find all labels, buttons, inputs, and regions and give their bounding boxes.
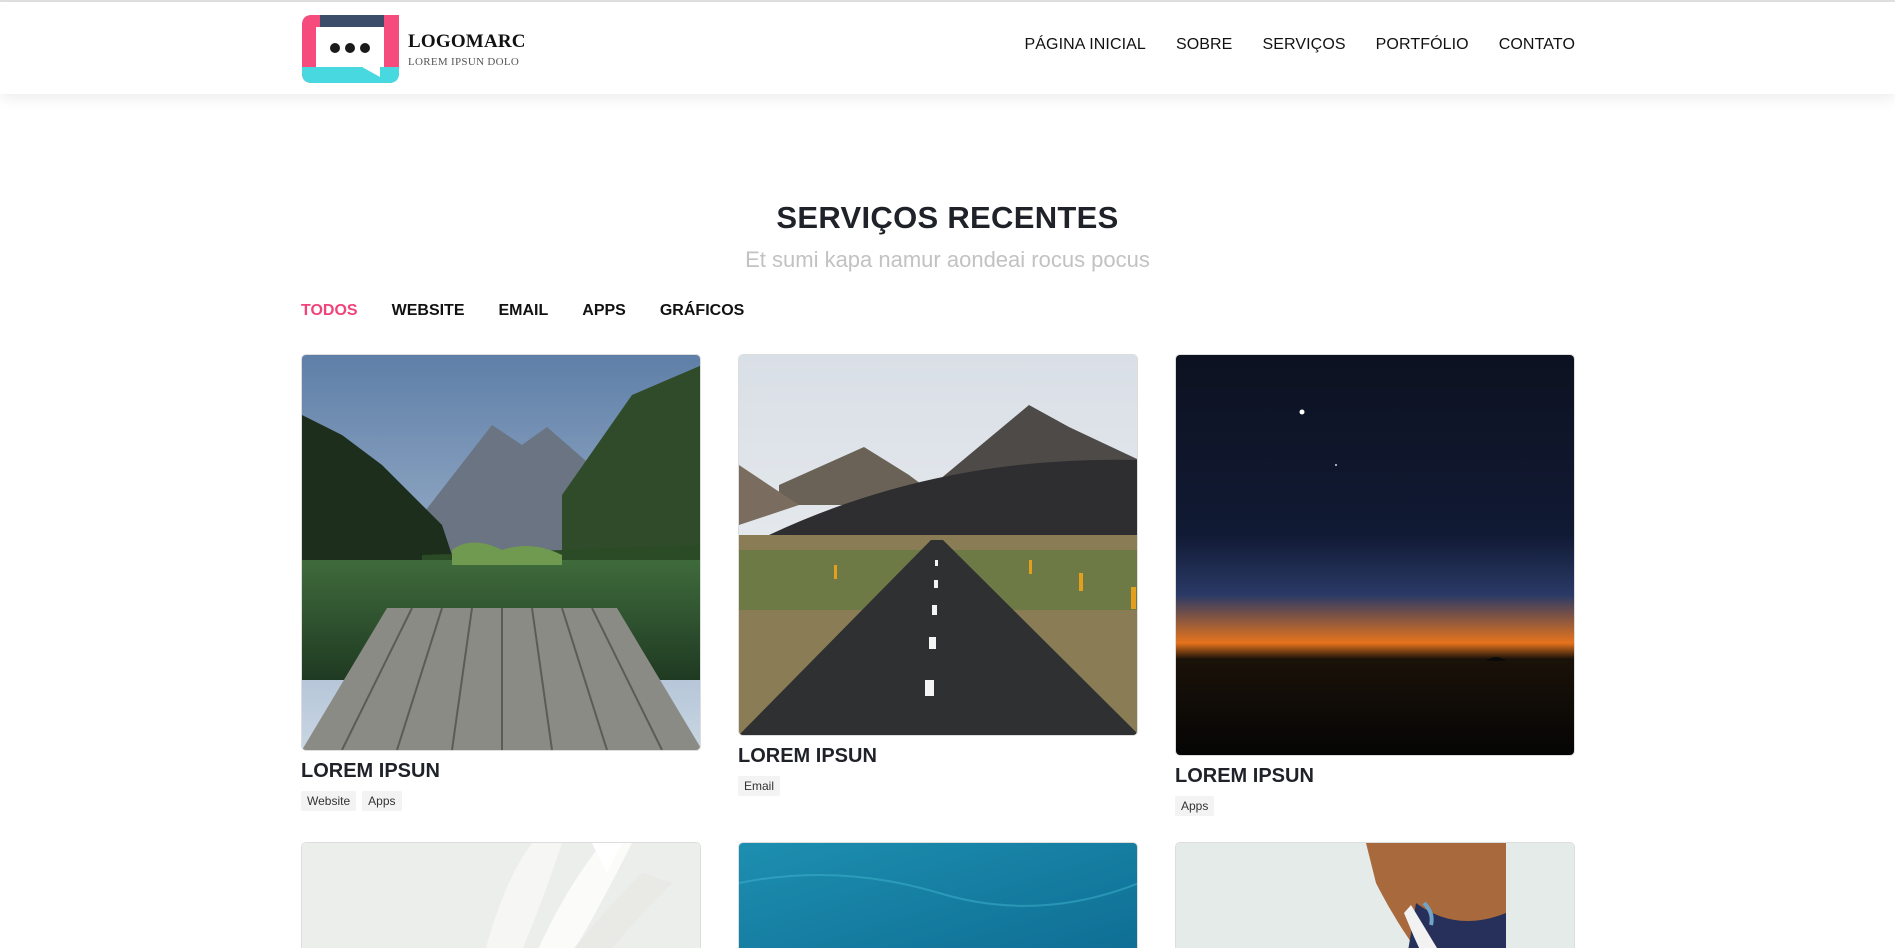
card-image-lake-dock[interactable] <box>301 354 701 751</box>
nav-about[interactable]: SOBRE <box>1176 36 1233 54</box>
portfolio-card[interactable] <box>738 842 1138 948</box>
filter-email[interactable]: EMAIL <box>499 302 549 320</box>
main-nav: PÁGINA INICIAL SOBRE SERVIÇOS PORTFÓLIO … <box>994 36 1575 54</box>
tag[interactable]: Email <box>738 776 781 796</box>
section-subtitle: Et sumi kapa namur aondeai rocus pocus <box>745 247 1150 272</box>
card-title[interactable]: LOREM IPSUN <box>738 745 1138 768</box>
card-image-ocean[interactable] <box>738 842 1138 948</box>
nav-portfolio[interactable]: PORTFÓLIO <box>1376 36 1469 54</box>
portfolio-card[interactable]: LOREM IPSUN Website Apps <box>301 354 701 811</box>
filter-website[interactable]: WEBSITE <box>392 302 465 320</box>
logo-text: LOGOMARC LOREM IPSUN DOLO <box>408 31 526 68</box>
tag[interactable]: Website <box>301 791 357 811</box>
filter-graphics[interactable]: GRÁFICOS <box>660 302 744 320</box>
chat-bubble-logo-icon <box>302 15 399 83</box>
card-image-night-sky[interactable] <box>1175 354 1575 756</box>
card-title[interactable]: LOREM IPSUN <box>1175 765 1575 788</box>
tag[interactable]: Apps <box>362 791 402 811</box>
nav-services[interactable]: SERVIÇOS <box>1262 36 1345 54</box>
site-header: LOGOMARC LOREM IPSUN DOLO PÁGINA INICIAL… <box>0 2 1895 94</box>
logo[interactable]: LOGOMARC LOREM IPSUN DOLO <box>302 15 526 83</box>
portfolio-card[interactable]: LOREM IPSUN Apps <box>1175 354 1575 816</box>
card-image-flower[interactable] <box>301 842 701 948</box>
card-title[interactable]: LOREM IPSUN <box>301 760 701 783</box>
card-image-mountain-road[interactable] <box>738 354 1138 736</box>
card-tags: Email <box>738 776 1138 796</box>
card-tags: Website Apps <box>301 791 701 811</box>
nav-contact[interactable]: CONTATO <box>1499 36 1575 54</box>
logo-name: LOGOMARC <box>408 30 526 52</box>
portfolio-card[interactable] <box>301 842 701 948</box>
portfolio-card[interactable] <box>1175 842 1575 948</box>
nav-home[interactable]: PÁGINA INICIAL <box>1024 36 1145 54</box>
filter-bar: TODOS WEBSITE EMAIL APPS GRÁFICOS <box>301 302 778 320</box>
card-tags: Apps <box>1175 796 1575 816</box>
tag[interactable]: Apps <box>1175 796 1215 816</box>
card-image-person[interactable] <box>1175 842 1575 948</box>
filter-apps[interactable]: APPS <box>582 302 626 320</box>
filter-all[interactable]: TODOS <box>301 302 358 320</box>
section-title: SERVIÇOS RECENTES <box>776 200 1119 235</box>
portfolio-card[interactable]: LOREM IPSUN Email <box>738 354 1138 796</box>
logo-tagline: LOREM IPSUN DOLO <box>408 55 520 68</box>
